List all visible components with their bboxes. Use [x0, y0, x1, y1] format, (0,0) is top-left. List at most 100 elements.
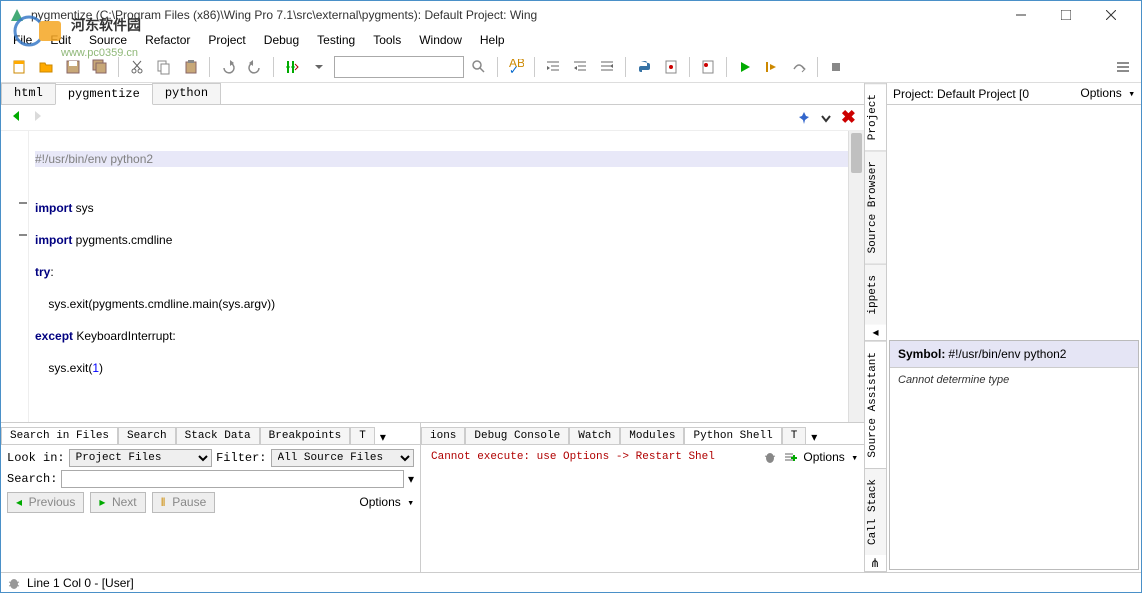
debug-icon[interactable]	[659, 55, 683, 79]
replace-icon[interactable]: AB✓	[504, 55, 528, 79]
pause-button[interactable]: ‖ Pause	[152, 492, 216, 513]
toolbar-separator	[817, 57, 818, 77]
toolbar-separator	[209, 57, 210, 77]
menu-refactor[interactable]: Refactor	[137, 31, 198, 49]
vtab-settings-icon[interactable]: ⋔	[865, 555, 886, 572]
close-button[interactable]	[1088, 1, 1133, 29]
filter-select[interactable]: All Source Files	[271, 449, 414, 467]
menu-file[interactable]: File	[5, 31, 40, 49]
search-field[interactable]	[61, 470, 404, 488]
redo-icon[interactable]	[243, 55, 267, 79]
save-all-icon[interactable]	[88, 55, 112, 79]
menu-help[interactable]: Help	[472, 31, 513, 49]
vtab-source-browser[interactable]: Source Browser	[865, 150, 886, 263]
project-options-link[interactable]: Options ▾	[1080, 86, 1135, 101]
stop-icon[interactable]	[824, 55, 848, 79]
nav-forward-icon[interactable]	[31, 109, 49, 127]
vtab-expand-icon[interactable]: ◂	[865, 324, 886, 341]
file-tab-html[interactable]: html	[1, 83, 56, 104]
tab-python-shell[interactable]: Python Shell	[684, 427, 781, 444]
pin-icon[interactable]	[797, 111, 811, 125]
close-editor-icon[interactable]: ✖	[841, 107, 856, 128]
copy-icon[interactable]	[152, 55, 176, 79]
tab-dropdown-icon[interactable]: ▾	[806, 430, 822, 444]
symbol-label: Symbol:	[898, 347, 945, 361]
menu-project[interactable]: Project	[200, 31, 253, 49]
svg-text:⋔: ⋔	[870, 557, 880, 569]
vertical-scrollbar[interactable]	[848, 131, 864, 422]
python-icon[interactable]	[632, 55, 656, 79]
tab-search[interactable]: Search	[118, 427, 176, 444]
options-link[interactable]: Options ▾	[359, 495, 414, 510]
tab-modules[interactable]: Modules	[620, 427, 684, 444]
vtab-call-stack[interactable]: Call Stack	[865, 468, 886, 555]
titlebar: pygmentize (C:\Program Files (x86)\Wing …	[1, 1, 1141, 29]
scroll-thumb[interactable]	[851, 133, 862, 173]
paste-icon[interactable]	[179, 55, 203, 79]
fold-marker-icon[interactable]	[19, 234, 27, 236]
maximize-button[interactable]	[1043, 1, 1088, 29]
chevron-down-icon[interactable]	[819, 111, 833, 125]
shell-body[interactable]	[421, 469, 864, 572]
tab-watch[interactable]: Watch	[569, 427, 620, 444]
tab-stack-data[interactable]: Stack Data	[176, 427, 260, 444]
tab-debug-console[interactable]: Debug Console	[465, 427, 569, 444]
menu-tools[interactable]: Tools	[365, 31, 409, 49]
shell-options-link[interactable]: Options ▾	[803, 450, 858, 465]
symbol-detail: Cannot determine type	[890, 368, 1138, 392]
toolbar-separator	[534, 57, 535, 77]
status-bug-icon[interactable]	[7, 576, 21, 590]
minimize-button[interactable]	[998, 1, 1043, 29]
look-in-select[interactable]: Project Files	[69, 449, 212, 467]
filter-label: Filter:	[216, 451, 266, 465]
nav-back-icon[interactable]	[9, 109, 27, 127]
search-dropdown-icon[interactable]: ▾	[408, 472, 414, 486]
hamburger-icon[interactable]	[1111, 55, 1135, 79]
tab-breakpoints[interactable]: Breakpoints	[260, 427, 351, 444]
search-input[interactable]	[334, 56, 464, 78]
vtab-project[interactable]: Project	[865, 83, 886, 150]
new-file-icon[interactable]	[7, 55, 31, 79]
dropdown-icon[interactable]	[307, 55, 331, 79]
comment-icon[interactable]	[595, 55, 619, 79]
undo-icon[interactable]	[216, 55, 240, 79]
source-assistant-panel: Symbol: #!/usr/bin/env python2 Cannot de…	[889, 340, 1139, 570]
tab-dropdown-icon[interactable]: ▾	[375, 430, 391, 444]
editor-toolbar: ✖	[1, 105, 864, 131]
project-tree[interactable]	[887, 105, 1141, 338]
menu-window[interactable]: Window	[411, 31, 470, 49]
file-tab-python[interactable]: python	[152, 83, 221, 104]
search-icon[interactable]	[467, 55, 491, 79]
shell-toolbar: Cannot execute: use Options -> Restart S…	[421, 445, 864, 469]
tab-search-in-files[interactable]: Search in Files	[1, 427, 118, 444]
menu-debug[interactable]: Debug	[256, 31, 307, 49]
tab-more[interactable]: T	[350, 427, 375, 444]
fold-marker-icon[interactable]	[19, 202, 27, 204]
indent-icon[interactable]	[541, 55, 565, 79]
add-icon[interactable]	[783, 450, 797, 464]
next-button[interactable]: ▸ Next	[90, 492, 145, 513]
goto-def-icon[interactable]	[280, 55, 304, 79]
code-content[interactable]: #!/usr/bin/env python2 import sys import…	[1, 131, 864, 412]
previous-button[interactable]: ◂ Previous	[7, 492, 84, 513]
step-over-icon[interactable]	[787, 55, 811, 79]
menu-testing[interactable]: Testing	[309, 31, 363, 49]
toolbar-separator	[118, 57, 119, 77]
bottom-left-panel: Search in Files Search Stack Data Breakp…	[1, 423, 421, 572]
vtab-snippets[interactable]: ippets	[865, 264, 886, 325]
code-editor[interactable]: #!/usr/bin/env python2 import sys import…	[1, 131, 864, 422]
step-icon[interactable]	[760, 55, 784, 79]
bug-icon[interactable]	[763, 450, 777, 464]
breakpoint-icon[interactable]	[696, 55, 720, 79]
cut-icon[interactable]	[125, 55, 149, 79]
file-tab-pygmentize[interactable]: pygmentize	[55, 84, 153, 105]
tab-more[interactable]: T	[782, 427, 807, 444]
run-icon[interactable]	[733, 55, 757, 79]
toolbar-separator	[689, 57, 690, 77]
open-file-icon[interactable]	[34, 55, 58, 79]
vtab-source-assistant[interactable]: Source Assistant	[865, 341, 886, 468]
toolbar-separator	[726, 57, 727, 77]
save-icon[interactable]	[61, 55, 85, 79]
outdent-icon[interactable]	[568, 55, 592, 79]
tab-exceptions[interactable]: ions	[421, 427, 465, 444]
